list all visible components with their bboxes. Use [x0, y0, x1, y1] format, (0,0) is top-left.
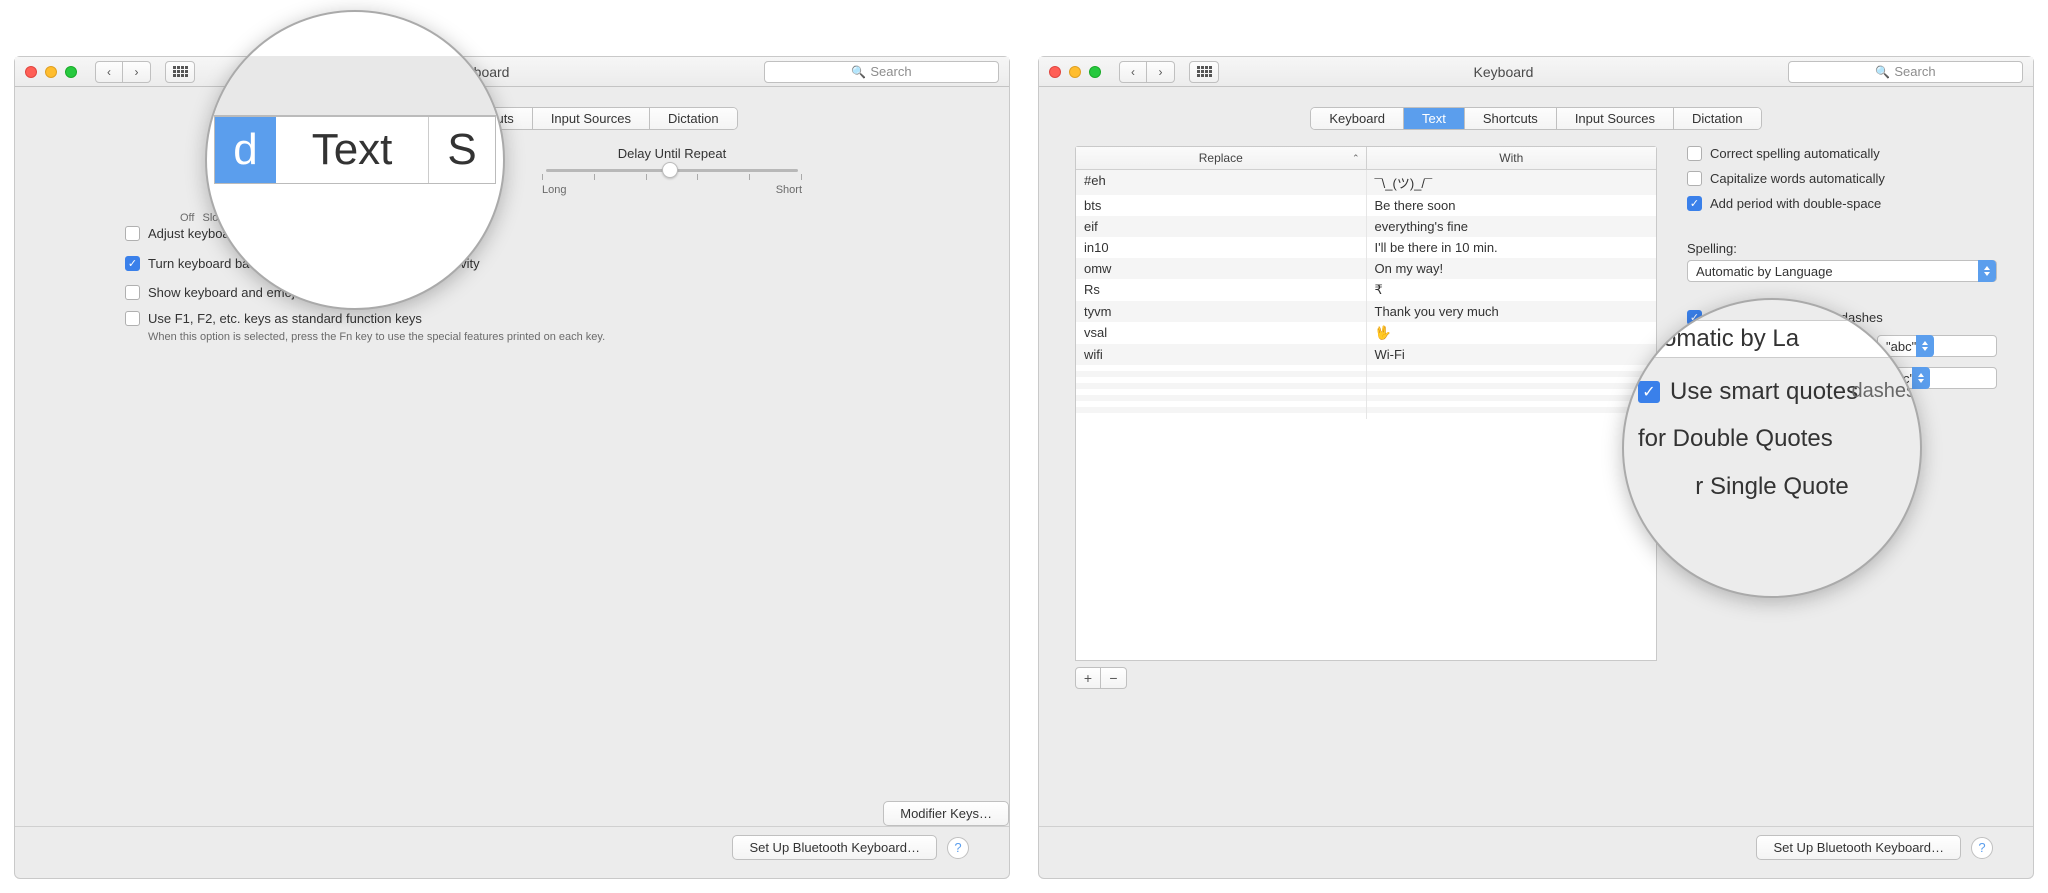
capitalize-checkbox[interactable] — [1687, 171, 1702, 186]
period-checkbox[interactable]: ✓ — [1687, 196, 1702, 211]
search-field[interactable]: 🔍 Search — [764, 61, 999, 83]
show-all-button[interactable] — [1189, 61, 1219, 83]
sort-icon: ⌃ — [1352, 153, 1360, 164]
window-title: Keyboard — [1227, 64, 1780, 80]
col-with[interactable]: With — [1367, 147, 1657, 169]
close-icon[interactable] — [25, 66, 37, 78]
correct-spelling-label: Correct spelling automatically — [1710, 146, 1880, 161]
modifier-keys-button[interactable]: Modifier Keys… — [883, 801, 1009, 826]
zoom-icon[interactable] — [65, 66, 77, 78]
remove-button[interactable]: − — [1101, 667, 1127, 689]
period-label: Add period with double-space — [1710, 196, 1881, 211]
table-row[interactable]: vsal🖖 — [1076, 322, 1656, 344]
slider-short-label: Short — [776, 184, 802, 196]
mag-single-quotes-label: r Single Quote — [1638, 473, 1906, 501]
emoji-viewer-checkbox[interactable] — [125, 285, 140, 300]
show-all-button[interactable] — [165, 61, 195, 83]
mag-spelling-val: Automatic by La — [1622, 320, 1922, 358]
table-row[interactable]: eifeverything's fine — [1076, 216, 1656, 237]
col-replace[interactable]: Replace⌃ — [1076, 147, 1367, 169]
spelling-popup[interactable]: Automatic by Language — [1687, 260, 1997, 282]
table-row[interactable]: omwOn my way! — [1076, 258, 1656, 279]
mag-tab-text: Text — [276, 117, 429, 183]
search-placeholder: Search — [1894, 64, 1935, 79]
tab-dictation[interactable]: Dictation — [1674, 108, 1761, 129]
window-controls — [25, 66, 77, 78]
delay-until-repeat-slider[interactable]: Delay Until Repeat Long Short — [542, 146, 802, 196]
fn-keys-note: When this option is selected, press the … — [148, 331, 969, 343]
keyrepeat-off-label: Off — [180, 212, 194, 224]
forward-button[interactable]: › — [1147, 61, 1175, 83]
mag-smart-quotes-label: Use smart quotes — [1670, 378, 1858, 406]
tab-shortcuts[interactable]: Shortcuts — [1465, 108, 1557, 129]
back-button[interactable]: ‹ — [95, 61, 123, 83]
add-button[interactable]: + — [1075, 667, 1101, 689]
window-controls — [1049, 66, 1101, 78]
bluetooth-keyboard-button[interactable]: Set Up Bluetooth Keyboard… — [732, 835, 937, 860]
magnifier-left: d Text S — [205, 10, 505, 310]
keyboard-tab-content: Delay Until Repeat Long Short Off Slow — [15, 146, 1009, 826]
bluetooth-keyboard-button[interactable]: Set Up Bluetooth Keyboard… — [1756, 835, 1961, 860]
backlight-off-checkbox[interactable]: ✓ — [125, 256, 140, 271]
table-row[interactable]: tyvmThank you very much — [1076, 301, 1656, 322]
forward-button[interactable]: › — [123, 61, 151, 83]
back-button[interactable]: ‹ — [1119, 61, 1147, 83]
search-icon: 🔍 — [1875, 65, 1890, 79]
minimize-icon[interactable] — [45, 66, 57, 78]
minimize-icon[interactable] — [1069, 66, 1081, 78]
tab-dictation[interactable]: Dictation — [650, 108, 737, 129]
nav-back-forward: ‹ › — [95, 61, 151, 83]
mag-smart-quotes-checkbox: ✓ — [1638, 381, 1660, 403]
tab-bar: Keyboard Text Shortcuts Input Sources Di… — [15, 107, 1009, 130]
titlebar: ‹ › Keyboard 🔍 Search — [1039, 57, 2033, 87]
fn-keys-label: Use F1, F2, etc. keys as standard functi… — [148, 311, 422, 326]
tab-keyboard[interactable]: Keyboard — [1311, 108, 1404, 129]
table-row[interactable]: #eh¯\_(ツ)_/¯ — [1076, 170, 1656, 195]
mag-double-quotes-label: for Double Quotes — [1638, 425, 1906, 453]
close-icon[interactable] — [1049, 66, 1061, 78]
capitalize-label: Capitalize words automatically — [1710, 171, 1885, 186]
magnifier-right: Automatic by La ✓ Use smart quotes dashe… — [1622, 298, 1922, 598]
correct-spelling-checkbox[interactable] — [1687, 146, 1702, 161]
help-button[interactable]: ? — [947, 837, 969, 859]
mag-tab-next-fragment: S — [428, 117, 494, 183]
grid-icon — [173, 66, 188, 77]
table-row[interactable]: Rs₹ — [1076, 279, 1656, 301]
titlebar: ‹ › Keyboard 🔍 Search — [15, 57, 1009, 87]
brightness-checkbox[interactable] — [125, 226, 140, 241]
tab-text[interactable]: Text — [1404, 108, 1465, 129]
mag-tab-prev-fragment: d — [215, 117, 275, 183]
zoom-icon[interactable] — [1089, 66, 1101, 78]
search-field[interactable]: 🔍 Search — [1788, 61, 2023, 83]
spelling-label: Spelling: — [1687, 241, 1997, 256]
table-row[interactable]: wifiWi-Fi — [1076, 344, 1656, 365]
nav-back-forward: ‹ › — [1119, 61, 1175, 83]
search-placeholder: Search — [870, 64, 911, 79]
replace-table: Replace⌃ With #eh¯\_(ツ)_/¯btsBe there so… — [1075, 146, 1657, 661]
slider-long-label: Long — [542, 184, 566, 196]
tab-input-sources[interactable]: Input Sources — [1557, 108, 1674, 129]
grid-icon — [1197, 66, 1212, 77]
help-button[interactable]: ? — [1971, 837, 1993, 859]
table-row[interactable]: in10I'll be there in 10 min. — [1076, 237, 1656, 258]
table-row[interactable] — [1076, 413, 1656, 419]
search-icon: 🔍 — [851, 65, 866, 79]
table-row[interactable]: btsBe there soon — [1076, 195, 1656, 216]
tab-input-sources[interactable]: Input Sources — [533, 108, 650, 129]
tab-bar: Keyboard Text Shortcuts Input Sources Di… — [1039, 107, 2033, 130]
fn-keys-checkbox[interactable] — [125, 311, 140, 326]
keyboard-prefs-window-left: ‹ › Keyboard 🔍 Search Keyboard Text Shor… — [14, 56, 1010, 879]
